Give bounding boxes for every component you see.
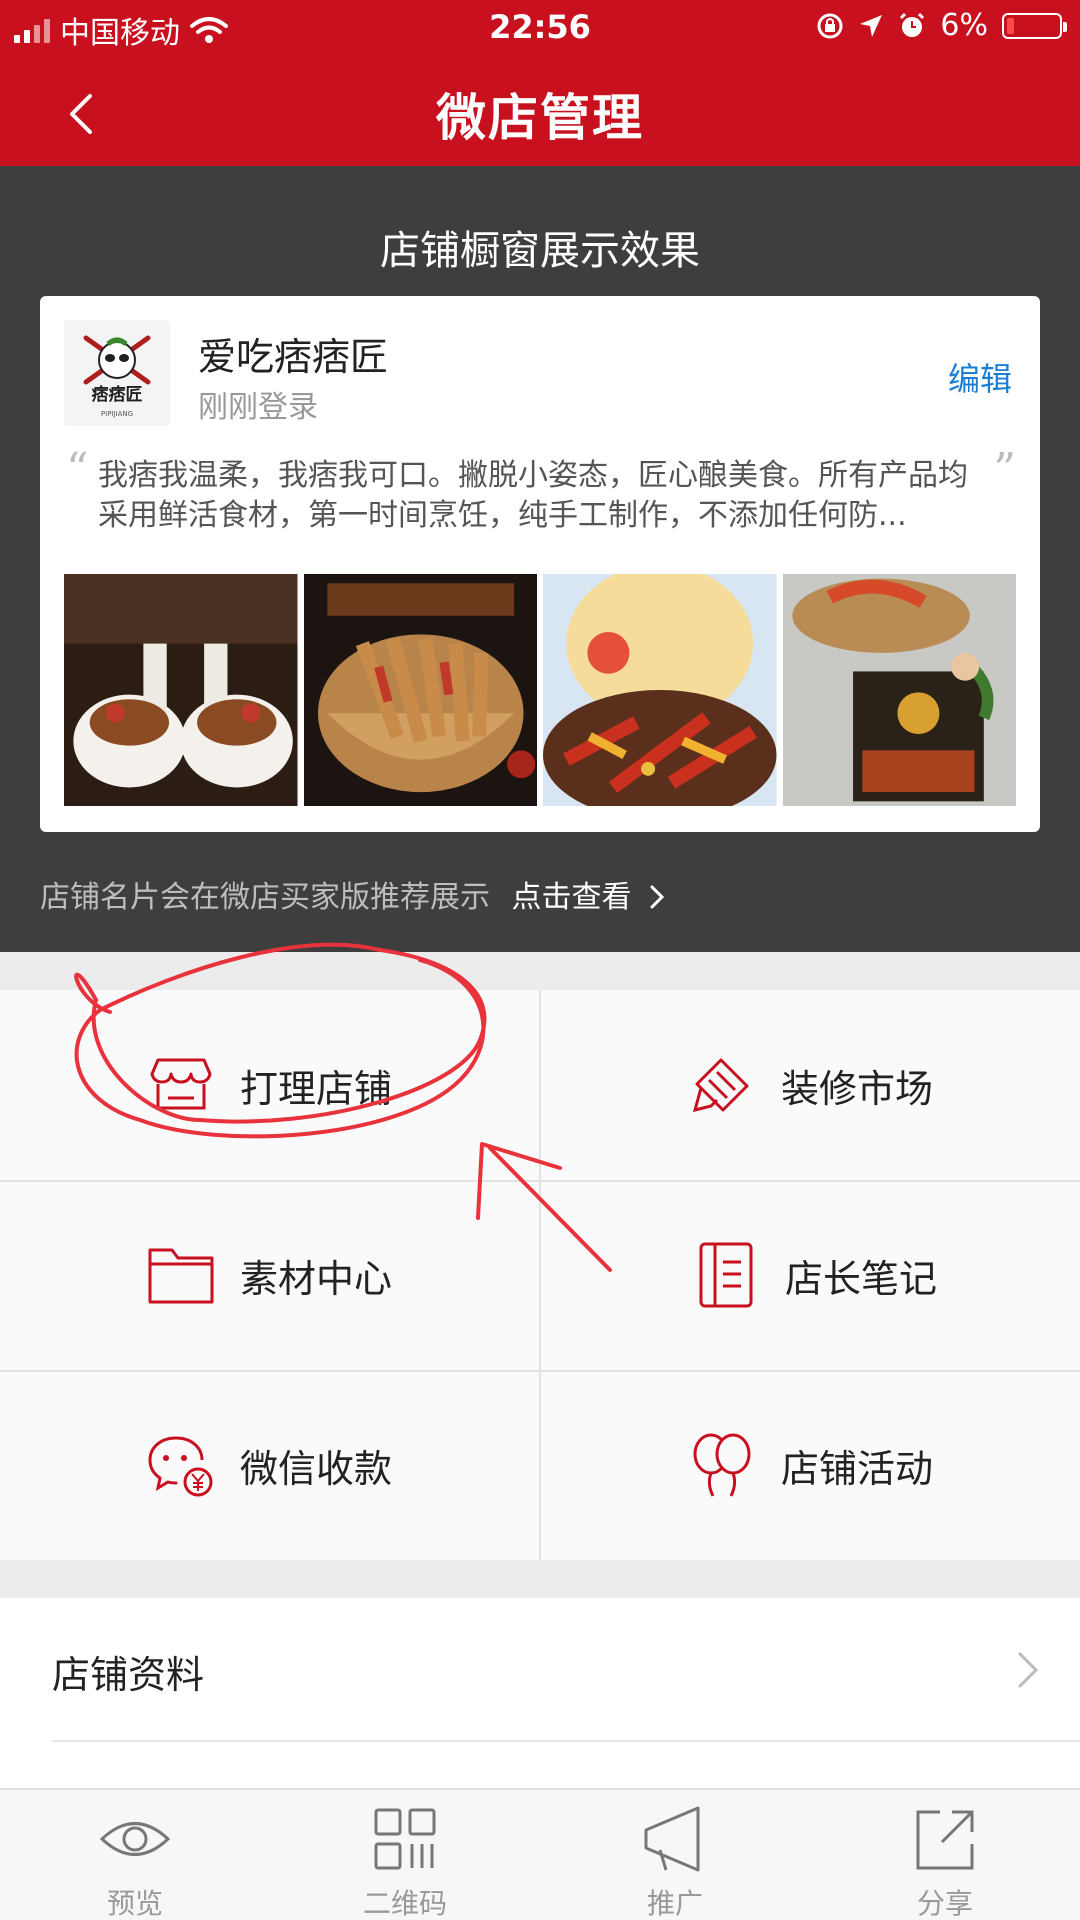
balloons-icon xyxy=(693,1433,751,1497)
showcase-footer-text: 店铺名片会在微店买家版推荐展示 xyxy=(40,880,490,915)
shop-card: 痞痞匠 PIPIJIANG 爱吃痞痞匠 刚刚登录 编辑 “ 我痞我温柔，我痞我可… xyxy=(40,296,1040,832)
shop-logo: 痞痞匠 PIPIJIANG xyxy=(64,320,170,426)
shop-name: 爱吃痞痞匠 xyxy=(198,335,389,379)
shop-description: “ 我痞我温柔，我痞我可口。撇脱小姿态，匠心酿美食。所有产品均采用鲜活食材，第一… xyxy=(66,448,1016,536)
function-grid: 打理店铺 装修市场 素材中心 店长笔记 微信收款 店铺活动 xyxy=(0,990,1080,1560)
nav-bar: 微店管理 xyxy=(0,60,1080,166)
folder-icon xyxy=(148,1248,214,1304)
grid-item-label: 装修市场 xyxy=(781,1066,934,1111)
eye-icon xyxy=(100,1822,170,1856)
top-bar: 中国移动 22:56 6% 微店管理 xyxy=(0,0,1080,166)
product-photos xyxy=(64,574,1016,806)
tab-label: 推广 xyxy=(646,1887,703,1920)
section-gap xyxy=(0,952,1080,990)
battery-icon xyxy=(1002,12,1067,39)
grid-item-label: 店铺活动 xyxy=(781,1446,934,1491)
grid-item-label: 微信收款 xyxy=(240,1446,393,1491)
paint-brush-icon xyxy=(692,1058,749,1113)
grid-item-decoration-market[interactable]: 装修市场 xyxy=(541,990,1080,1180)
showcase-title: 店铺橱窗展示效果 xyxy=(380,228,700,274)
tab-promote[interactable]: 推广 xyxy=(540,1790,810,1920)
page-title: 微店管理 xyxy=(436,89,644,147)
description-text: 我痞我温柔，我痞我可口。撇脱小姿态，匠心酿美食。所有产品均采用鲜活食材，第一时间… xyxy=(98,458,968,533)
tab-qr-code[interactable]: 二维码 xyxy=(270,1790,540,1920)
product-photo[interactable] xyxy=(64,574,298,806)
qr-code-icon xyxy=(374,1808,436,1870)
list-divider xyxy=(52,1740,1080,1742)
notebook-icon xyxy=(699,1242,753,1308)
tab-label: 分享 xyxy=(916,1887,973,1920)
grid-item-wechat-pay[interactable]: 微信收款 xyxy=(0,1370,539,1560)
section-gap xyxy=(0,1560,1080,1598)
grid-item-label: 素材中心 xyxy=(240,1256,393,1301)
status-bar: 中国移动 22:56 6% xyxy=(0,0,1080,56)
grid-item-shop-activity[interactable]: 店铺活动 xyxy=(541,1370,1080,1560)
list-item-label: 店铺资料 xyxy=(52,1653,205,1697)
svg-text:PIPIJIANG: PIPIJIANG xyxy=(101,410,133,418)
showcase-footer: 店铺名片会在微店买家版推荐展示 点击查看 xyxy=(40,872,667,916)
tab-preview[interactable]: 预览 xyxy=(0,1790,270,1920)
grid-divider xyxy=(0,1370,1080,1372)
chevron-right-icon xyxy=(1018,1652,1039,1688)
tab-label: 二维码 xyxy=(362,1887,447,1920)
battery-percent: 6% xyxy=(940,8,988,43)
chevron-right-icon xyxy=(650,885,665,909)
grid-divider xyxy=(539,990,541,1560)
location-icon xyxy=(860,14,883,37)
product-photo[interactable] xyxy=(543,574,777,806)
product-photo[interactable] xyxy=(782,574,1016,806)
svg-text:痞痞匠: 痞痞匠 xyxy=(92,384,143,405)
tab-share[interactable]: 分享 xyxy=(810,1790,1080,1920)
list-item-shop-info[interactable]: 店铺资料 xyxy=(0,1598,1080,1740)
product-photo[interactable] xyxy=(303,574,537,806)
megaphone-icon xyxy=(644,1806,700,1872)
bottom-tab-bar: 预览 二维码 推广 分享 xyxy=(0,1788,1080,1920)
login-status: 刚刚登录 xyxy=(198,390,318,425)
storefront-icon xyxy=(150,1058,212,1110)
grid-item-material-center[interactable]: 素材中心 xyxy=(0,1180,539,1370)
alarm-icon xyxy=(900,12,925,37)
open-quote-icon: “ xyxy=(66,444,89,495)
edit-button[interactable]: 编辑 xyxy=(948,354,1012,400)
tab-label: 预览 xyxy=(106,1887,163,1920)
view-link-label: 点击查看 xyxy=(511,880,632,915)
grid-divider xyxy=(0,1180,1080,1182)
grid-item-label: 打理店铺 xyxy=(240,1066,393,1111)
close-quote-icon: ” xyxy=(993,444,1017,495)
grid-item-owner-notes[interactable]: 店长笔记 xyxy=(541,1180,1080,1370)
rotation-lock-icon xyxy=(817,13,843,38)
view-link[interactable]: 点击查看 xyxy=(512,880,668,915)
wechat-pay-icon xyxy=(148,1436,213,1497)
showcase-panel: 店铺橱窗展示效果 痞痞匠 PIPIJIANG 爱吃痞痞匠 刚刚登录 编辑 “ 我… xyxy=(0,166,1080,952)
grid-item-label: 店长笔记 xyxy=(785,1256,938,1301)
share-icon xyxy=(916,1810,974,1870)
grid-item-manage-shop[interactable]: 打理店铺 xyxy=(0,990,539,1180)
